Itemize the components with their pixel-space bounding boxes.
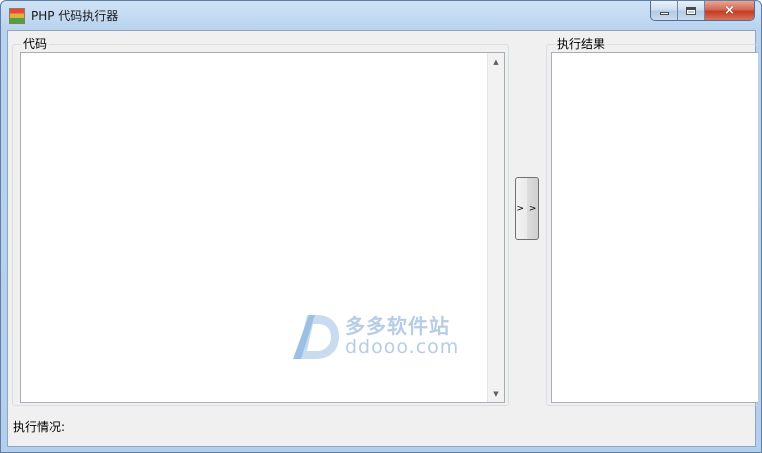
scroll-up-icon[interactable]: ▲ — [488, 53, 504, 70]
close-icon: × — [724, 3, 735, 18]
close-button[interactable]: × — [705, 1, 754, 20]
code-label: 代码 — [21, 37, 50, 51]
execute-button[interactable]: > > — [515, 177, 539, 240]
scroll-down-icon[interactable]: ▼ — [488, 385, 504, 402]
result-label: 执行结果 — [555, 37, 608, 51]
watermark-logo-icon — [293, 315, 339, 359]
window-controls: × — [650, 1, 755, 21]
title-bar[interactable]: PHP 代码执行器 × — [1, 1, 761, 30]
watermark-name: 多多软件站 — [345, 314, 450, 338]
minimize-icon — [659, 12, 669, 15]
watermark: 多多软件站 ddooo.com — [291, 309, 471, 367]
window-title: PHP 代码执行器 — [31, 9, 119, 23]
minimize-button[interactable] — [651, 1, 678, 20]
client-area: 代码 ▲ ▼ > > 执行结果 执行情况: — [7, 30, 758, 447]
app-icon — [9, 8, 25, 24]
maximize-icon — [686, 6, 696, 15]
maximize-button[interactable] — [678, 1, 705, 20]
code-scrollbar[interactable]: ▲ ▼ — [487, 53, 504, 402]
app-window: PHP 代码执行器 × 代码 ▲ ▼ > > 执行结果 执行情况: 多多软件站 … — [0, 0, 762, 453]
watermark-domain: ddooo.com — [345, 336, 460, 358]
result-output[interactable] — [551, 52, 758, 403]
status-label: 执行情况: — [13, 420, 66, 434]
result-groupbox: 执行结果 — [546, 37, 758, 406]
